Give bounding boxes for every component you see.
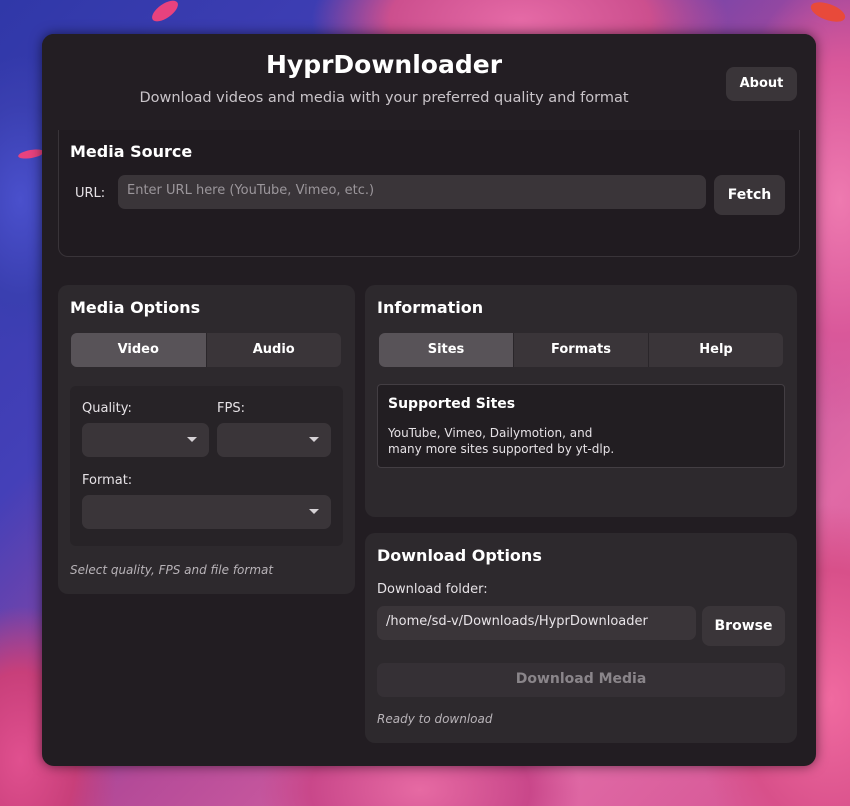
- app-window: HyprDownloader Download videos and media…: [42, 34, 816, 766]
- app-subtitle: Download videos and media with your pref…: [139, 90, 629, 106]
- tab-video[interactable]: Video: [71, 333, 207, 367]
- tab-audio[interactable]: Audio: [207, 333, 342, 367]
- info-panel-text-line2: many more sites supported by yt-dlp.: [388, 442, 615, 456]
- chevron-down-icon: [187, 437, 197, 442]
- media-type-tabs: Video Audio: [71, 333, 341, 367]
- url-label: URL:: [75, 186, 106, 201]
- app-title: HyprDownloader: [265, 50, 503, 79]
- media-options-hint: Select quality, FPS and file format: [70, 563, 274, 577]
- about-button[interactable]: About: [726, 67, 797, 101]
- tab-sites[interactable]: Sites: [379, 333, 514, 367]
- download-status: Ready to download: [377, 712, 493, 726]
- fps-label: FPS:: [217, 401, 245, 416]
- download-folder-label: Download folder:: [377, 582, 488, 597]
- media-options-title: Media Options: [70, 298, 201, 317]
- chevron-down-icon: [309, 509, 319, 514]
- tab-formats[interactable]: Formats: [514, 333, 649, 367]
- information-tabs: Sites Formats Help: [379, 333, 783, 367]
- fps-dropdown[interactable]: [217, 423, 331, 457]
- quality-dropdown[interactable]: [82, 423, 209, 457]
- format-dropdown[interactable]: [82, 495, 331, 529]
- info-panel-text-line1: YouTube, Vimeo, Dailymotion, and: [388, 426, 593, 440]
- quality-label: Quality:: [82, 401, 132, 416]
- url-input[interactable]: Enter URL here (YouTube, Vimeo, etc.): [118, 175, 706, 209]
- tab-help[interactable]: Help: [649, 333, 783, 367]
- download-options-title: Download Options: [377, 546, 542, 565]
- information-title: Information: [377, 298, 484, 317]
- header-bar: HyprDownloader Download videos and media…: [42, 34, 816, 130]
- format-label: Format:: [82, 473, 133, 488]
- download-folder-input[interactable]: /home/sd-v/Downloads/HyprDownloader: [377, 606, 696, 640]
- chevron-down-icon: [309, 437, 319, 442]
- browse-button[interactable]: Browse: [702, 606, 785, 646]
- media-source-title: Media Source: [70, 142, 193, 161]
- info-panel-title: Supported Sites: [388, 396, 516, 412]
- download-media-button[interactable]: Download Media: [377, 663, 785, 697]
- fetch-button[interactable]: Fetch: [714, 175, 785, 215]
